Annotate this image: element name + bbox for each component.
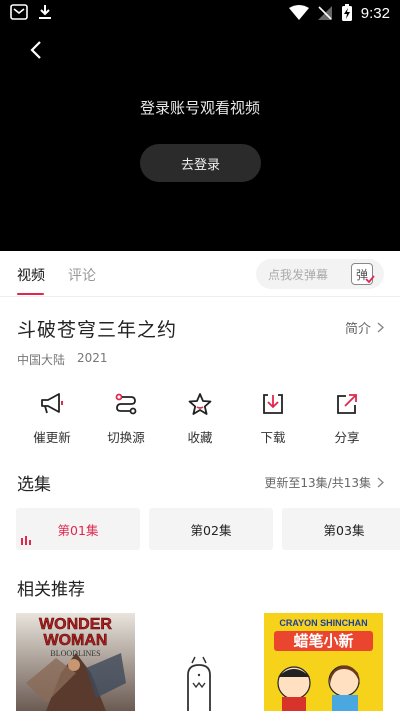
- megaphone-icon: [41, 393, 63, 414]
- switch-source-button[interactable]: 切换源: [90, 389, 162, 446]
- download-status-icon: [39, 5, 51, 19]
- action-label: 切换源: [107, 430, 145, 445]
- chevron-right-icon: [377, 322, 384, 333]
- video-player[interactable]: 9:32 登录账号观看视频 去登录: [0, 0, 400, 251]
- login-prompt: 登录账号观看视频: [139, 99, 260, 117]
- recommend-poster[interactable]: [140, 613, 259, 711]
- recommend-header: 相关推荐: [17, 580, 85, 600]
- urge-update-button[interactable]: 催更新: [16, 389, 88, 446]
- wifi-icon: [288, 5, 309, 20]
- download-button[interactable]: 下载: [237, 389, 309, 446]
- action-label: 分享: [334, 430, 360, 445]
- episode-list: 第01集 第02集 第03集: [16, 508, 400, 550]
- intro-link[interactable]: 简介: [345, 318, 384, 337]
- download-icon: [263, 394, 283, 414]
- login-button[interactable]: 去登录: [140, 144, 261, 182]
- intro-label: 简介: [344, 322, 371, 337]
- show-region: 中国大陆: [17, 353, 66, 367]
- poster-image: CRAYON SHINCHAN 蜡笔小新: [264, 613, 383, 711]
- danmu-input[interactable]: 点我发弹幕 弹: [256, 259, 384, 289]
- tab-comment[interactable]: 评论: [68, 265, 96, 285]
- danmu-placeholder: 点我发弹幕: [268, 268, 329, 282]
- poster-image: WONDER WOMAN BLOODLINES: [16, 613, 135, 711]
- status-bar: 9:32: [0, 0, 400, 28]
- star-icon: [188, 393, 212, 415]
- action-label: 催更新: [33, 430, 71, 445]
- episode-item[interactable]: 第02集: [149, 508, 273, 550]
- episode-label: 第01集: [57, 522, 99, 538]
- recommend-poster[interactable]: CRAYON SHINCHAN 蜡笔小新: [264, 613, 383, 711]
- check-icon: [365, 275, 375, 283]
- show-year: 2021: [77, 351, 108, 365]
- active-tab-indicator: [17, 293, 44, 295]
- episodes-more-link[interactable]: 更新至13集/共13集: [264, 474, 384, 491]
- poster-subtitle: BLOODLINES: [50, 649, 100, 658]
- favorite-button[interactable]: 收藏: [164, 389, 236, 446]
- recommend-list: WONDER WOMAN BLOODLINES CRAYON SHINCHAN …: [0, 613, 400, 711]
- back-button[interactable]: [22, 36, 50, 64]
- action-bar: 催更新 切换源 收藏 下载 分享: [0, 389, 400, 449]
- share-icon: [337, 394, 357, 414]
- action-label: 下载: [260, 430, 286, 445]
- tab-bar: 视频 评论 点我发弹幕 弹: [0, 251, 400, 297]
- episode-item[interactable]: 第03集: [282, 508, 400, 550]
- notification-icon: [10, 4, 28, 20]
- poster-title-line1: CRAYON SHINCHAN: [279, 618, 367, 628]
- battery-charging-icon: [341, 4, 352, 21]
- show-meta: 中国大陆 2021: [17, 351, 108, 368]
- action-label: 收藏: [187, 430, 213, 445]
- switch-source-icon: [115, 393, 137, 415]
- show-title: 斗破苍穹三年之约: [17, 319, 178, 341]
- episodes-status: 更新至13集/共13集: [264, 476, 371, 490]
- signal-off-icon: [317, 6, 332, 20]
- poster-title-line2: WOMAN: [44, 632, 108, 649]
- episode-item[interactable]: 第01集: [16, 508, 140, 550]
- episode-label: 第03集: [323, 522, 365, 538]
- chevron-right-icon: [377, 477, 384, 488]
- tab-video[interactable]: 视频: [17, 265, 45, 285]
- playing-bars-icon: [21, 536, 31, 545]
- chevron-left-icon: [30, 41, 41, 59]
- episode-label: 第02集: [190, 522, 232, 538]
- episodes-header: 选集: [17, 475, 51, 495]
- placeholder-mascot-icon: [140, 613, 259, 711]
- status-time: 9:32: [360, 4, 390, 22]
- share-button[interactable]: 分享: [311, 389, 383, 446]
- poster-title-line2: 蜡笔小新: [293, 632, 353, 650]
- recommend-poster[interactable]: WONDER WOMAN BLOODLINES: [16, 613, 135, 711]
- poster-title-line1: WONDER: [39, 616, 112, 633]
